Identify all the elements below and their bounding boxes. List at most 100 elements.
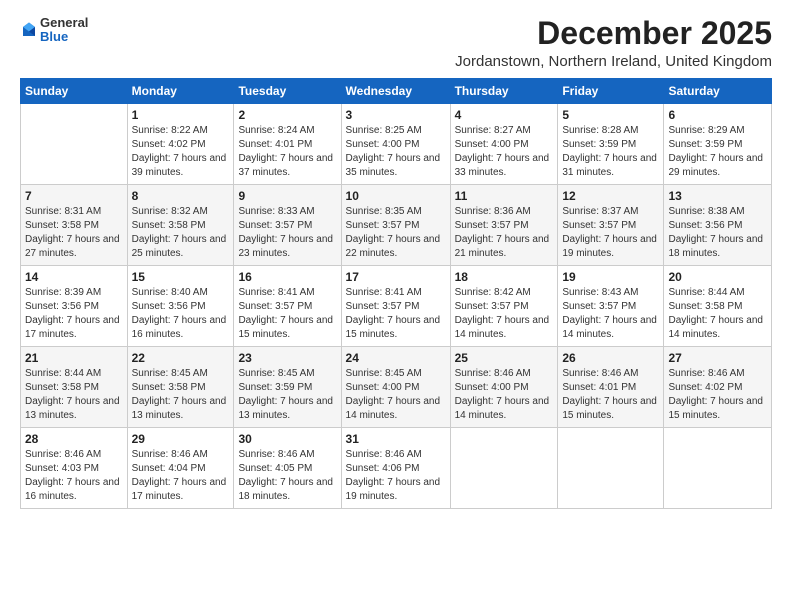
day-number: 22	[132, 351, 230, 365]
day-info: Sunrise: 8:25 AMSunset: 4:00 PMDaylight:…	[346, 124, 446, 180]
weekday-header-thursday: Thursday	[450, 79, 558, 104]
week-row-5: 28 Sunrise: 8:46 AMSunset: 4:03 PMDayligh…	[21, 428, 772, 509]
day-cell: 22 Sunrise: 8:45 AMSunset: 3:58 PMDayligh…	[127, 347, 234, 428]
day-info: Sunrise: 8:45 AMSunset: 3:58 PMDaylight:…	[132, 367, 230, 423]
day-info: Sunrise: 8:45 AMSunset: 4:00 PMDaylight:…	[346, 367, 446, 423]
day-cell: 2 Sunrise: 8:24 AMSunset: 4:01 PMDaylight…	[234, 104, 341, 185]
day-number: 16	[238, 270, 336, 284]
day-number: 8	[132, 189, 230, 203]
logo-text: General Blue	[40, 16, 88, 45]
day-cell: 6Sunrise: 8:29 AMSunset: 3:59 PMDaylight…	[664, 104, 772, 185]
weekday-header-friday: Friday	[558, 79, 664, 104]
day-cell: 11 Sunrise: 8:36 AMSunset: 3:57 PMDayligh…	[450, 185, 558, 266]
day-info: Sunrise: 8:37 AMSunset: 3:57 PMDaylight:…	[562, 205, 659, 261]
page: General Blue December 2025 Jordanstown, …	[0, 0, 792, 612]
day-info: Sunrise: 8:38 AMSunset: 3:56 PMDaylight:…	[668, 205, 767, 261]
day-info: Sunrise: 8:36 AMSunset: 3:57 PMDaylight:…	[455, 205, 554, 261]
day-number: 3	[346, 108, 446, 122]
day-cell: 24 Sunrise: 8:45 AMSunset: 4:00 PMDayligh…	[341, 347, 450, 428]
day-number: 1	[132, 108, 230, 122]
day-number: 26	[562, 351, 659, 365]
day-info: Sunrise: 8:45 AMSunset: 3:59 PMDaylight:…	[238, 367, 336, 423]
day-number: 28	[25, 432, 123, 446]
day-number: 17	[346, 270, 446, 284]
day-info: Sunrise: 8:46 AMSunset: 4:01 PMDaylight:…	[562, 367, 659, 423]
day-info: Sunrise: 8:42 AMSunset: 3:57 PMDaylight:…	[455, 286, 554, 342]
day-info: Sunrise: 8:33 AMSunset: 3:57 PMDaylight:…	[238, 205, 336, 261]
day-number: 19	[562, 270, 659, 284]
day-cell: 18 Sunrise: 8:42 AMSunset: 3:57 PMDayligh…	[450, 266, 558, 347]
day-number: 18	[455, 270, 554, 284]
day-cell: 23 Sunrise: 8:45 AMSunset: 3:59 PMDayligh…	[234, 347, 341, 428]
day-number: 25	[455, 351, 554, 365]
day-cell: 21 Sunrise: 8:44 AMSunset: 3:58 PMDayligh…	[21, 347, 128, 428]
day-number: 12	[562, 189, 659, 203]
day-info: Sunrise: 8:22 AMSunset: 4:02 PMDaylight:…	[132, 124, 230, 180]
day-cell: 12 Sunrise: 8:37 AMSunset: 3:57 PMDayligh…	[558, 185, 664, 266]
day-cell: 9 Sunrise: 8:33 AMSunset: 3:57 PMDaylight…	[234, 185, 341, 266]
day-info: Sunrise: 8:27 AMSunset: 4:00 PMDaylight:…	[455, 124, 554, 180]
day-cell: 10Sunrise: 8:35 AMSunset: 3:57 PMDayligh…	[341, 185, 450, 266]
day-info: Sunrise: 8:24 AMSunset: 4:01 PMDaylight:…	[238, 124, 336, 180]
day-cell: 28 Sunrise: 8:46 AMSunset: 4:03 PMDayligh…	[21, 428, 128, 509]
day-info: Sunrise: 8:44 AMSunset: 3:58 PMDaylight:…	[25, 367, 123, 423]
day-cell: 29Sunrise: 8:46 AMSunset: 4:04 PMDayligh…	[127, 428, 234, 509]
day-cell: 1 Sunrise: 8:22 AMSunset: 4:02 PMDaylight…	[127, 104, 234, 185]
day-number: 5	[562, 108, 659, 122]
day-number: 24	[346, 351, 446, 365]
day-info: Sunrise: 8:46 AMSunset: 4:00 PMDaylight:…	[455, 367, 554, 423]
day-number: 11	[455, 189, 554, 203]
day-info: Sunrise: 8:43 AMSunset: 3:57 PMDaylight:…	[562, 286, 659, 342]
day-cell: 25 Sunrise: 8:46 AMSunset: 4:00 PMDayligh…	[450, 347, 558, 428]
day-cell: 15 Sunrise: 8:40 AMSunset: 3:56 PMDayligh…	[127, 266, 234, 347]
week-row-1: 1 Sunrise: 8:22 AMSunset: 4:02 PMDaylight…	[21, 104, 772, 185]
day-cell	[21, 104, 128, 185]
day-info: Sunrise: 8:44 AMSunset: 3:58 PMDaylight:…	[668, 286, 767, 342]
day-number: 9	[238, 189, 336, 203]
day-number: 13	[668, 189, 767, 203]
day-cell: 13 Sunrise: 8:38 AMSunset: 3:56 PMDayligh…	[664, 185, 772, 266]
weekday-header-saturday: Saturday	[664, 79, 772, 104]
day-info: Sunrise: 8:28 AMSunset: 3:59 PMDaylight:…	[562, 124, 659, 180]
day-cell: 30 Sunrise: 8:46 AMSunset: 4:05 PMDayligh…	[234, 428, 341, 509]
week-row-4: 21 Sunrise: 8:44 AMSunset: 3:58 PMDayligh…	[21, 347, 772, 428]
weekday-header-wednesday: Wednesday	[341, 79, 450, 104]
day-info: Sunrise: 8:46 AMSunset: 4:06 PMDaylight:…	[346, 448, 446, 504]
logo: General Blue	[20, 16, 88, 45]
day-number: 31	[346, 432, 446, 446]
day-number: 2	[238, 108, 336, 122]
week-row-2: 7 Sunrise: 8:31 AMSunset: 3:58 PMDaylight…	[21, 185, 772, 266]
day-cell: 20 Sunrise: 8:44 AMSunset: 3:58 PMDayligh…	[664, 266, 772, 347]
day-number: 4	[455, 108, 554, 122]
day-number: 21	[25, 351, 123, 365]
day-cell	[558, 428, 664, 509]
day-info: Sunrise: 8:40 AMSunset: 3:56 PMDaylight:…	[132, 286, 230, 342]
day-number: 15	[132, 270, 230, 284]
day-info: Sunrise: 8:41 AMSunset: 3:57 PMDaylight:…	[238, 286, 336, 342]
day-number: 14	[25, 270, 123, 284]
day-number: 23	[238, 351, 336, 365]
day-cell: 14Sunrise: 8:39 AMSunset: 3:56 PMDayligh…	[21, 266, 128, 347]
header: General Blue December 2025 Jordanstown, …	[20, 16, 772, 70]
day-number: 30	[238, 432, 336, 446]
day-info: Sunrise: 8:35 AMSunset: 3:57 PMDaylight:…	[346, 205, 446, 261]
day-cell: 17Sunrise: 8:41 AMSunset: 3:57 PMDayligh…	[341, 266, 450, 347]
weekday-header-sunday: Sunday	[21, 79, 128, 104]
day-number: 20	[668, 270, 767, 284]
day-number: 6	[668, 108, 767, 122]
day-info: Sunrise: 8:46 AMSunset: 4:03 PMDaylight:…	[25, 448, 123, 504]
day-number: 7	[25, 189, 123, 203]
weekday-header-tuesday: Tuesday	[234, 79, 341, 104]
location: Jordanstown, Northern Ireland, United Ki…	[455, 53, 772, 70]
day-cell: 27Sunrise: 8:46 AMSunset: 4:02 PMDayligh…	[664, 347, 772, 428]
day-cell: 16 Sunrise: 8:41 AMSunset: 3:57 PMDayligh…	[234, 266, 341, 347]
day-cell	[450, 428, 558, 509]
day-info: Sunrise: 8:46 AMSunset: 4:04 PMDaylight:…	[132, 448, 230, 504]
day-cell: 3 Sunrise: 8:25 AMSunset: 4:00 PMDaylight…	[341, 104, 450, 185]
title-block: December 2025 Jordanstown, Northern Irel…	[455, 16, 772, 70]
day-cell: 26 Sunrise: 8:46 AMSunset: 4:01 PMDayligh…	[558, 347, 664, 428]
day-cell: 7 Sunrise: 8:31 AMSunset: 3:58 PMDaylight…	[21, 185, 128, 266]
day-info: Sunrise: 8:31 AMSunset: 3:58 PMDaylight:…	[25, 205, 123, 261]
day-info: Sunrise: 8:46 AMSunset: 4:05 PMDaylight:…	[238, 448, 336, 504]
week-row-3: 14Sunrise: 8:39 AMSunset: 3:56 PMDayligh…	[21, 266, 772, 347]
